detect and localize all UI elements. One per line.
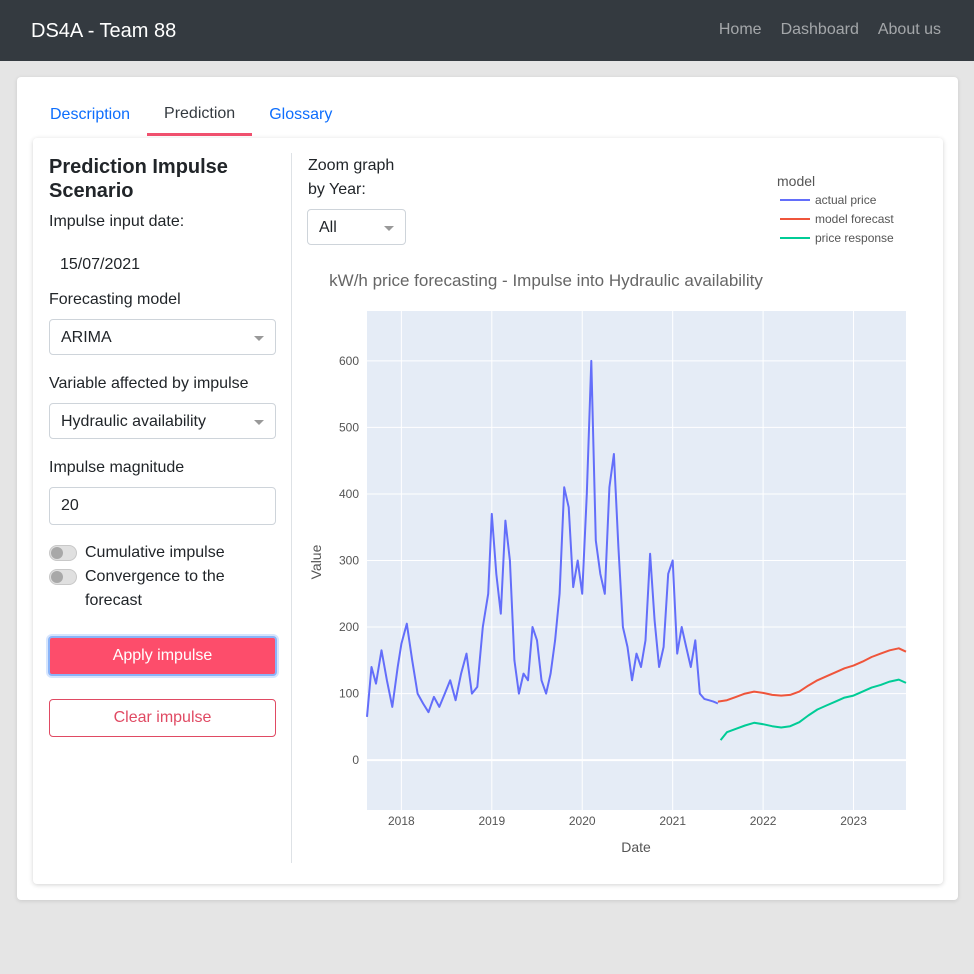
y-axis-label: Value	[308, 544, 324, 579]
x-tick-label: 2019	[478, 814, 505, 828]
toggle-knob	[51, 547, 63, 559]
cumulative-toggle[interactable]	[49, 545, 77, 561]
y-tick-label: 0	[352, 753, 359, 767]
convergence-toggle[interactable]	[49, 569, 77, 585]
panel-divider	[291, 153, 292, 863]
chevron-down-icon	[254, 420, 264, 425]
toggle-knob	[51, 571, 63, 583]
y-tick-label: 100	[339, 687, 359, 701]
variable-select-value: Hydraulic availability	[61, 413, 206, 430]
x-tick-label: 2021	[659, 814, 686, 828]
y-tick-label: 300	[339, 554, 359, 568]
magnitude-input[interactable]	[49, 487, 276, 525]
tab-bar: Description Prediction Glossary	[33, 97, 349, 136]
tab-prediction[interactable]: Prediction	[147, 97, 253, 136]
y-tick-label: 500	[339, 420, 359, 434]
chart-legend: actual price model forecast price response	[780, 193, 894, 245]
y-tick-label: 600	[339, 354, 359, 368]
nav-link-home[interactable]: Home	[719, 21, 762, 39]
tab-description[interactable]: Description	[33, 97, 147, 136]
cumulative-toggle-label: Cumulative impulse	[85, 544, 225, 561]
clear-impulse-button[interactable]: Clear impulse	[49, 699, 276, 737]
y-tick-label: 200	[339, 620, 359, 634]
x-axis-label: Date	[621, 839, 651, 855]
x-tick-label: 2023	[840, 814, 867, 828]
x-tick-label: 2020	[569, 814, 596, 828]
top-navbar: DS4A - Team 88 Home Dashboard About us	[0, 0, 974, 61]
legend-item-label[interactable]: actual price	[815, 193, 877, 207]
legend-title: model	[777, 173, 815, 189]
legend-item-label[interactable]: model forecast	[815, 212, 894, 226]
legend-item-label[interactable]: price response	[815, 231, 894, 245]
chart-title: kW/h price forecasting - Impulse into Hy…	[329, 271, 763, 290]
price-forecast-chart[interactable]: kW/h price forecasting - Impulse into Hy…	[300, 160, 920, 860]
model-label: Forecasting model	[49, 291, 181, 308]
nav-links: Home Dashboard About us	[719, 21, 941, 39]
date-label: Impulse input date:	[49, 213, 185, 230]
variable-label: Variable affected by impulse	[49, 375, 249, 392]
y-tick-label: 400	[339, 487, 359, 501]
nav-link-dashboard[interactable]: Dashboard	[781, 21, 859, 39]
variable-select[interactable]: Hydraulic availability	[49, 403, 276, 439]
tab-glossary[interactable]: Glossary	[252, 97, 349, 136]
x-axis-ticks: 2018 2019 2020 2021 2022 2023	[388, 814, 867, 828]
x-tick-label: 2018	[388, 814, 415, 828]
y-axis-ticks: 0 100 200 300 400 500 600	[339, 354, 359, 767]
convergence-toggle-label: Convergence to the forecast	[85, 568, 225, 609]
brand-title[interactable]: DS4A - Team 88	[31, 20, 176, 43]
x-tick-label: 2022	[750, 814, 777, 828]
chevron-down-icon	[254, 336, 264, 341]
model-select-value: ARIMA	[61, 329, 112, 346]
model-select[interactable]: ARIMA	[49, 319, 276, 355]
apply-impulse-button[interactable]: Apply impulse	[48, 636, 277, 676]
date-input[interactable]: 15/07/2021	[60, 256, 140, 274]
magnitude-label: Impulse magnitude	[49, 459, 185, 476]
nav-link-about[interactable]: About us	[878, 21, 941, 39]
sidebar-title: Prediction Impulse Scenario	[49, 156, 228, 202]
